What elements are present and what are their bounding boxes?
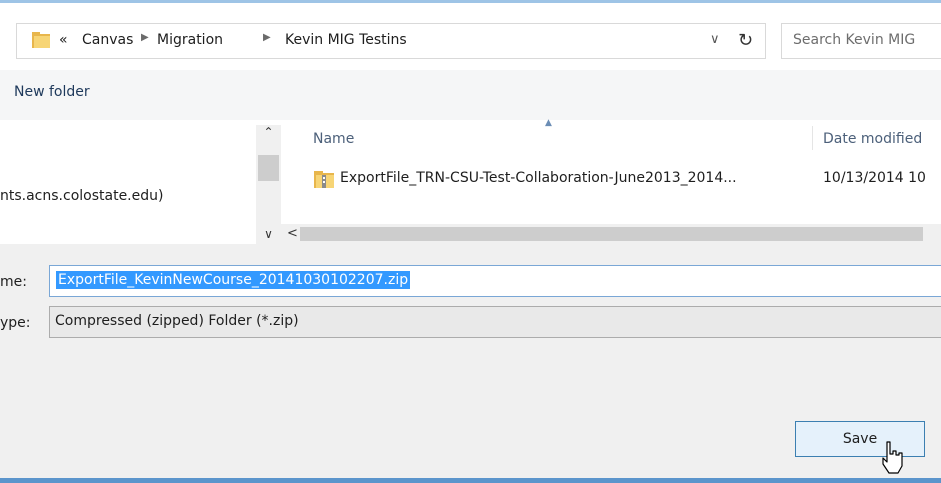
file-name-input[interactable]: ExportFile_KevinNewCourse_20141030102207… xyxy=(49,265,941,297)
breadcrumb-migration[interactable]: Migration xyxy=(157,32,223,48)
breadcrumb-separator-icon[interactable]: ▶ xyxy=(263,32,271,43)
file-row-name[interactable]: ExportFile_TRN-CSU-Test-Collaboration-Ju… xyxy=(340,170,737,186)
scroll-left-arrow-icon[interactable]: < xyxy=(287,224,298,244)
breadcrumb-separator-icon[interactable]: ▶ xyxy=(141,32,149,43)
file-row-date[interactable]: 10/13/2014 10 xyxy=(823,170,926,186)
address-bar[interactable]: « Canvas ▶ Migration ▶ Kevin MIG Testins… xyxy=(16,23,758,59)
scroll-thumb[interactable] xyxy=(258,155,279,181)
breadcrumb-overflow[interactable]: « xyxy=(59,32,68,48)
refresh-icon: ↻ xyxy=(737,30,754,51)
sort-ascending-icon: ▲ xyxy=(545,118,552,128)
chevron-down-icon[interactable]: ∨ xyxy=(710,32,720,47)
window-top-border xyxy=(0,0,941,3)
scroll-down-arrow-icon[interactable]: ∨ xyxy=(256,224,281,244)
save-as-type-label: ype: xyxy=(0,315,31,331)
breadcrumb-canvas[interactable]: Canvas xyxy=(82,32,133,48)
command-bar xyxy=(0,70,941,120)
breadcrumb-current-folder[interactable]: Kevin MIG Testins xyxy=(285,32,407,48)
scroll-up-arrow-icon[interactable]: ⌃ xyxy=(256,125,281,145)
zip-folder-icon xyxy=(314,171,334,188)
folder-icon xyxy=(32,32,50,48)
column-header-name[interactable]: Name xyxy=(313,131,354,147)
horizontal-scroll-thumb[interactable] xyxy=(300,227,923,241)
nav-pane-item[interactable]: nts.acns.colostate.edu) xyxy=(0,188,163,204)
save-as-type-select[interactable]: Compressed (zipped) Folder (*.zip) xyxy=(49,306,941,338)
window-bottom-border xyxy=(0,478,941,483)
column-divider[interactable] xyxy=(812,126,813,150)
mouse-cursor-icon xyxy=(882,441,903,474)
refresh-button[interactable]: ↻ xyxy=(726,23,766,59)
file-name-label: me: xyxy=(0,274,27,290)
new-folder-button[interactable]: New folder xyxy=(14,84,90,100)
column-header-date-modified[interactable]: Date modified xyxy=(823,131,922,147)
file-name-selected-text[interactable]: ExportFile_KevinNewCourse_20141030102207… xyxy=(56,271,411,289)
search-input[interactable]: Search Kevin MIG xyxy=(781,23,941,59)
